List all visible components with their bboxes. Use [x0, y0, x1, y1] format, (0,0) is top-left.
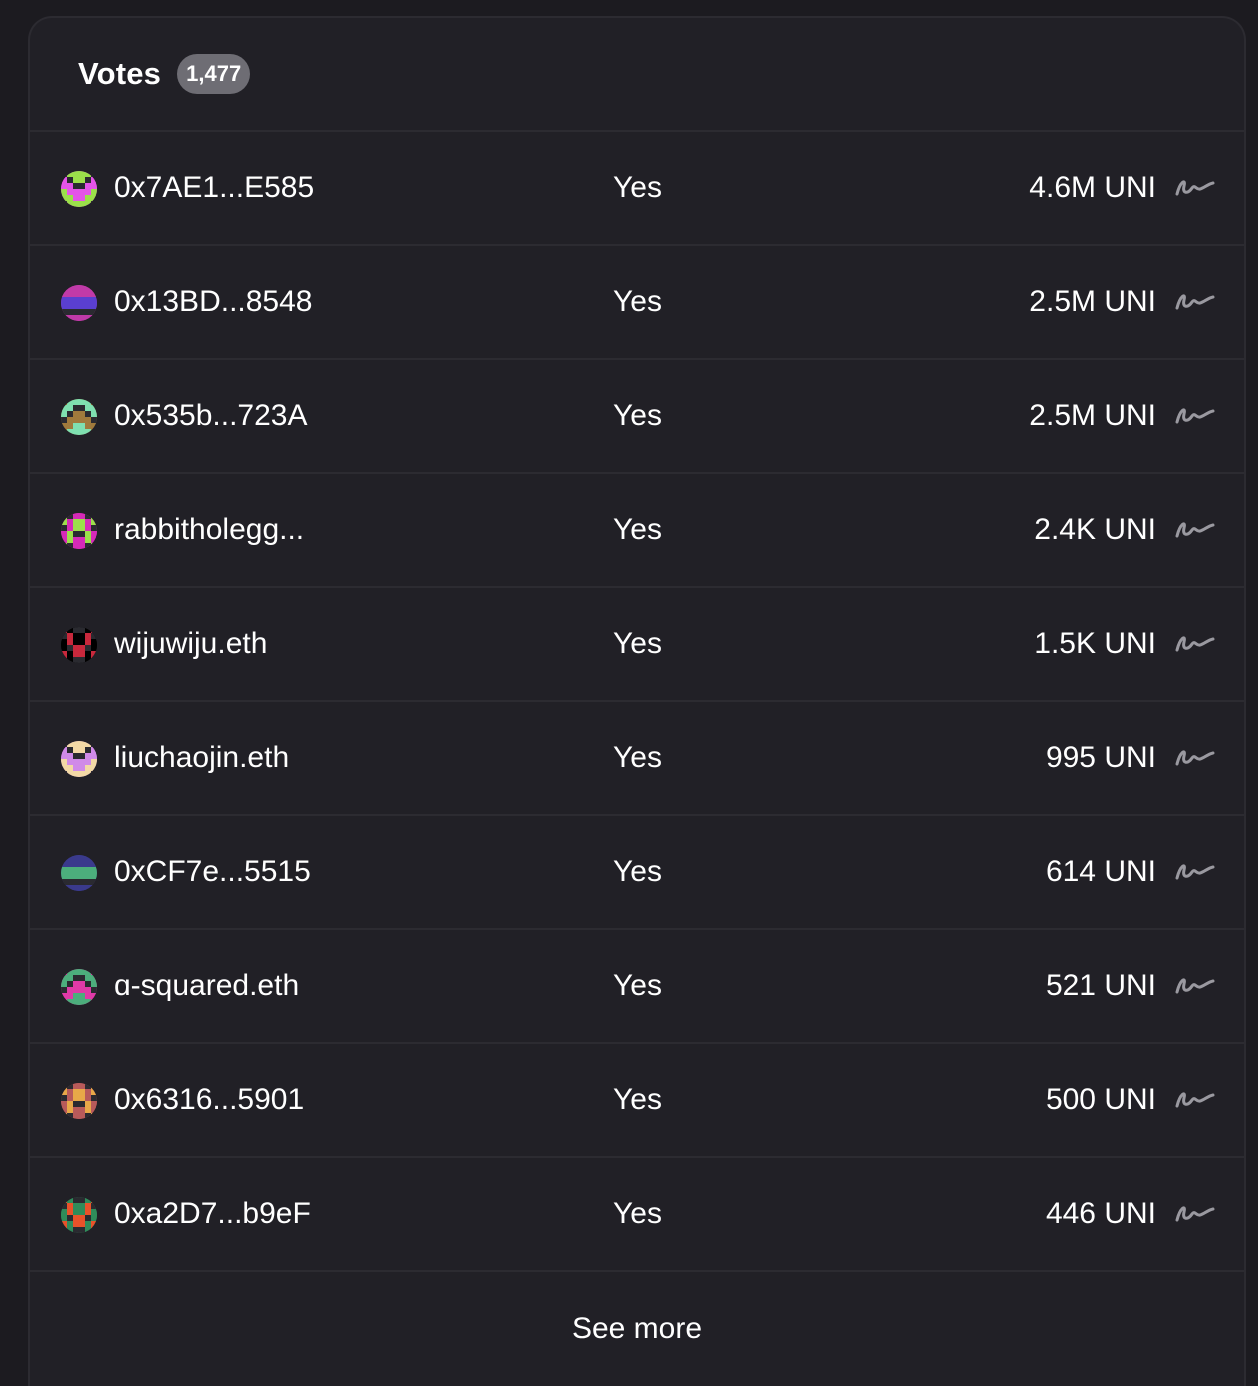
voter-address[interactable]: 0xa2D7...b9eF	[114, 1158, 311, 1270]
signature-icon[interactable]	[1174, 744, 1216, 772]
vote-amount: 2.5M UNI	[1029, 285, 1156, 318]
signature-icon[interactable]	[1174, 516, 1216, 544]
avatar[interactable]	[61, 285, 97, 321]
vote-choice: Yes	[613, 1197, 662, 1230]
avatar[interactable]	[61, 969, 97, 1005]
vote-amount: 614 UNI	[1045, 855, 1156, 888]
signature-icon[interactable]	[1174, 858, 1216, 886]
vote-amount: 2.5M UNI	[1029, 399, 1156, 432]
vote-row[interactable]: rabbitholegg... Yes 2.4K UNI	[30, 474, 1244, 588]
nft-avatar-icon	[61, 627, 97, 663]
pixel-avatar-icon	[61, 1083, 97, 1119]
vote-amount: 446 UNI	[1045, 1197, 1156, 1230]
voter-address[interactable]: 0x13BD...8548	[114, 246, 312, 358]
vote-amount: 4.6M UNI	[1029, 171, 1156, 204]
voter-address[interactable]: rabbitholegg...	[114, 474, 304, 586]
vote-row[interactable]: 0xa2D7...b9eF Yes 446 UNI	[30, 1158, 1244, 1272]
avatar[interactable]	[61, 171, 97, 207]
voter-address[interactable]: 0xCF7e...5515	[114, 816, 311, 928]
votes-count-badge: 1,477	[177, 54, 251, 94]
avatar[interactable]	[61, 1197, 97, 1233]
avatar[interactable]	[61, 1083, 97, 1119]
avatar[interactable]	[61, 399, 97, 435]
pixel-avatar-icon	[61, 855, 97, 891]
vote-choice: Yes	[613, 399, 662, 432]
vote-amount: 521 UNI	[1045, 969, 1156, 1002]
vote-choice: Yes	[613, 171, 662, 204]
vote-row[interactable]: 0x13BD...8548 Yes 2.5M UNI	[30, 246, 1244, 360]
votes-card: Votes 1,477 0x7AE1...E585 Yes 4.6M UNI 0x13…	[28, 16, 1246, 1386]
vote-row[interactable]: 0x7AE1...E585 Yes 4.6M UNI	[30, 132, 1244, 246]
pixel-avatar-icon	[61, 399, 97, 435]
vote-amount: 995 UNI	[1045, 741, 1156, 774]
vote-amount: 1.5K UNI	[1034, 627, 1156, 660]
signature-icon[interactable]	[1174, 288, 1216, 316]
pixel-avatar-icon	[61, 513, 97, 549]
avatar[interactable]	[61, 513, 97, 549]
signature-icon[interactable]	[1174, 972, 1216, 1000]
vote-amount: 500 UNI	[1045, 1083, 1156, 1116]
nft-avatar-icon	[61, 741, 97, 777]
voter-address[interactable]: wijuwiju.eth	[114, 588, 267, 700]
vote-row[interactable]: 0x6316...5901 Yes 500 UNI	[30, 1044, 1244, 1158]
vote-choice: Yes	[613, 513, 662, 546]
signature-icon[interactable]	[1174, 630, 1216, 658]
votes-header: Votes 1,477	[30, 18, 1244, 132]
avatar[interactable]	[61, 855, 97, 891]
voter-address[interactable]: 0x535b...723A	[114, 360, 308, 472]
vote-choice: Yes	[613, 969, 662, 1002]
pixel-avatar-icon	[61, 969, 97, 1005]
signature-icon[interactable]	[1174, 402, 1216, 430]
vote-row[interactable]: 0xCF7e...5515 Yes 614 UNI	[30, 816, 1244, 930]
vote-choice: Yes	[613, 855, 662, 888]
pixel-avatar-icon	[61, 285, 97, 321]
vote-list: 0x7AE1...E585 Yes 4.6M UNI 0x13BD...8548 Yes…	[30, 132, 1244, 1272]
votes-title: Votes	[78, 56, 162, 91]
signature-icon[interactable]	[1174, 174, 1216, 202]
vote-row[interactable]: liuchaojin.eth Yes 995 UNI	[30, 702, 1244, 816]
pixel-avatar-icon	[61, 1197, 97, 1233]
voter-address[interactable]: ɑ-squared.eth	[114, 930, 299, 1042]
vote-row[interactable]: ɑ-squared.eth Yes 521 UNI	[30, 930, 1244, 1044]
vote-row[interactable]: wijuwiju.eth Yes 1.5K UNI	[30, 588, 1244, 702]
vote-amount: 2.4K UNI	[1034, 513, 1156, 546]
pixel-avatar-icon	[61, 171, 97, 207]
vote-row[interactable]: 0x535b...723A Yes 2.5M UNI	[30, 360, 1244, 474]
voter-address[interactable]: liuchaojin.eth	[114, 702, 289, 814]
vote-choice: Yes	[613, 627, 662, 660]
avatar[interactable]	[61, 627, 97, 663]
vote-choice: Yes	[613, 1083, 662, 1116]
vote-choice: Yes	[613, 741, 662, 774]
avatar[interactable]	[61, 741, 97, 777]
vote-choice: Yes	[613, 285, 662, 318]
signature-icon[interactable]	[1174, 1200, 1216, 1228]
signature-icon[interactable]	[1174, 1086, 1216, 1114]
voter-address[interactable]: 0x7AE1...E585	[114, 132, 314, 244]
voter-address[interactable]: 0x6316...5901	[114, 1044, 304, 1156]
see-more-button[interactable]: See more	[30, 1272, 1244, 1386]
